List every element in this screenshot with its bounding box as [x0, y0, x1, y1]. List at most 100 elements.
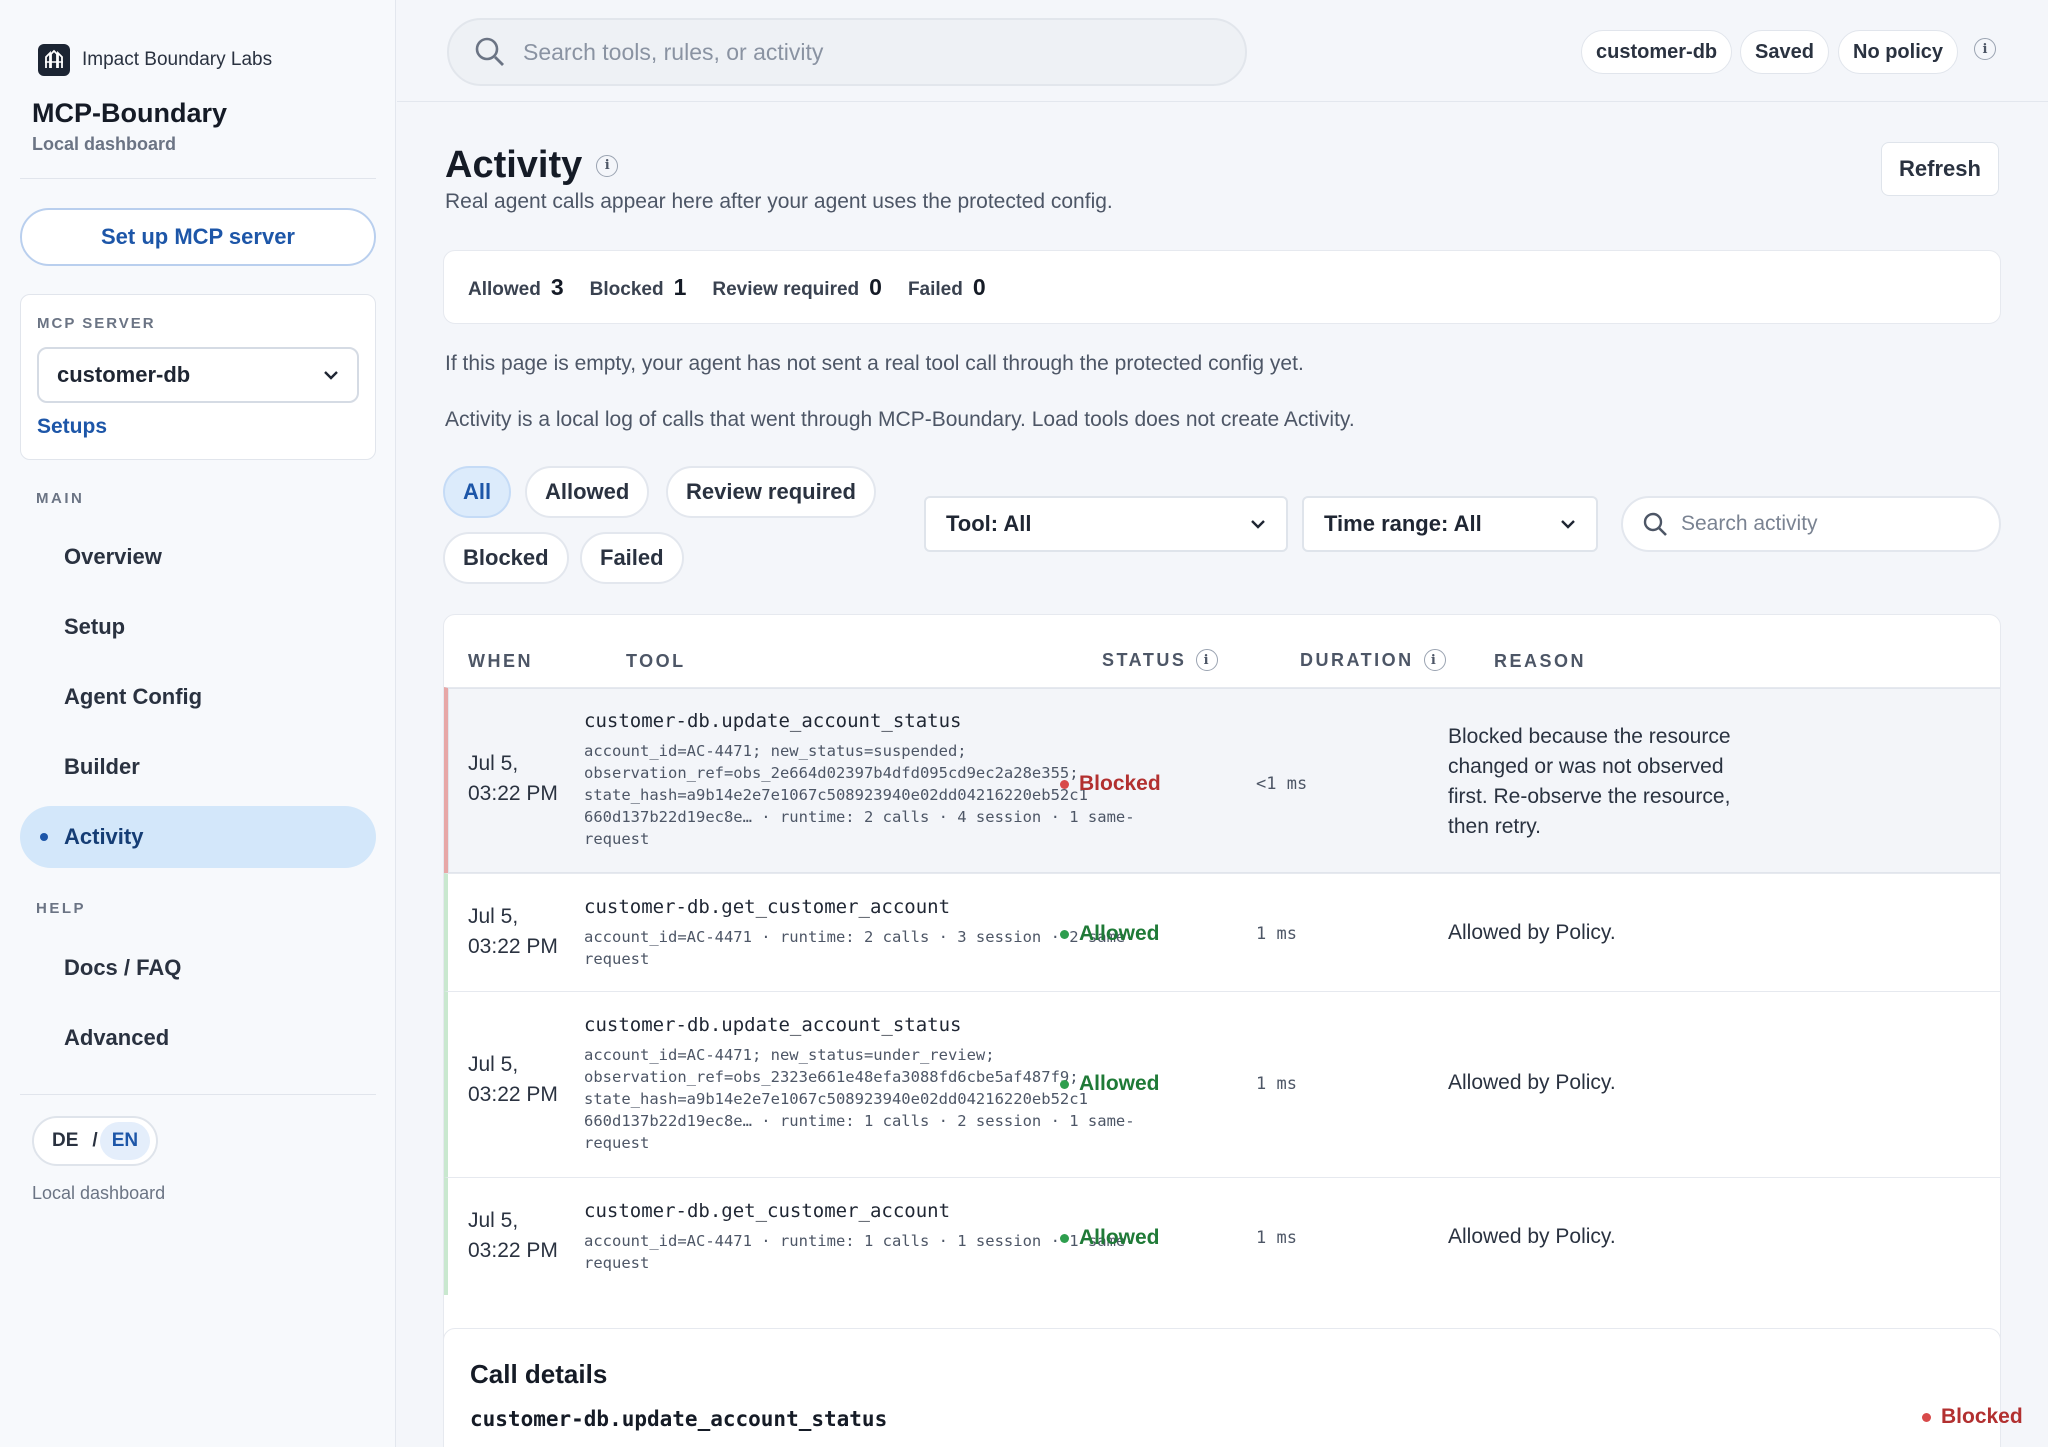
nav-agent-config[interactable]: Agent Config: [20, 666, 376, 728]
global-search-placeholder: Search tools, rules, or activity: [523, 38, 824, 65]
count-review-required: Review required 0: [712, 273, 882, 300]
filter-blocked[interactable]: Blocked: [443, 532, 569, 584]
global-search-input[interactable]: Search tools, rules, or activity: [447, 18, 1247, 86]
server-card: MCP SERVER customer-db Setups: [20, 294, 376, 460]
col-duration: DURATION i: [1300, 649, 1446, 671]
nav-activity[interactable]: Activity: [20, 806, 376, 868]
lang-separator: /: [92, 1130, 98, 1151]
col-tool: TOOL: [626, 651, 686, 671]
chevron-down-icon: [324, 371, 338, 380]
setup-mcp-server-button[interactable]: Set up MCP server: [20, 208, 376, 266]
status-dot-icon: [1922, 1412, 1931, 1422]
table-row[interactable]: Jul 5, 03:22 PM customer-db.update_accoun…: [444, 991, 2000, 1177]
row-tool-name: customer-db.get_customer_account: [584, 1200, 951, 1222]
activity-note: Activity is a local log of calls that we…: [445, 408, 1355, 431]
lang-en[interactable]: EN: [99, 1122, 151, 1160]
lang-de[interactable]: DE: [40, 1130, 90, 1152]
row-when: Jul 5, 03:22 PM: [468, 1053, 558, 1106]
active-dot-icon: [40, 833, 48, 841]
server-label: MCP SERVER: [37, 315, 156, 332]
activity-table: WHEN TOOL STATUS i DURATION i REASON Jul…: [443, 614, 2001, 1394]
row-when: Jul 5, 03:22 PM: [468, 752, 558, 805]
nav-advanced[interactable]: Advanced: [20, 1007, 376, 1069]
status-badge: Allowed: [1060, 1226, 1160, 1250]
count-failed: Failed 0: [907, 273, 986, 300]
empty-note: If this page is empty, your agent has no…: [445, 352, 1304, 375]
table-row[interactable]: Jul 5, 03:22 PM customer-db.get_customer_…: [444, 873, 2000, 991]
filter-allowed[interactable]: Allowed: [525, 466, 650, 518]
row-tool-name: customer-db.get_customer_account: [584, 896, 951, 918]
filter-all[interactable]: All: [443, 466, 512, 518]
server-select-value: customer-db: [57, 362, 191, 387]
nav-docs-faq[interactable]: Docs / FAQ: [20, 937, 376, 999]
time-range-select[interactable]: Time range: All: [1302, 496, 1598, 552]
refresh-button[interactable]: Refresh: [1881, 142, 1999, 196]
sidebar-divider-bottom: [20, 1094, 376, 1095]
status-dot-icon: [1060, 929, 1069, 939]
brand: Impact Boundary Labs: [38, 44, 272, 76]
search-activity-input[interactable]: Search activity: [1621, 496, 2001, 552]
title-info-icon[interactable]: i: [596, 154, 619, 177]
sidebar: Impact Boundary Labs MCP-Boundary Local …: [0, 0, 396, 1447]
row-duration: 1 ms: [1256, 1228, 1297, 1248]
row-duration: 1 ms: [1256, 1074, 1297, 1094]
count-blocked: Blocked 1: [589, 273, 687, 300]
brand-logo-icon: [38, 44, 70, 76]
tool-select[interactable]: Tool: All: [924, 496, 1288, 552]
nav-activity-label: Activity: [64, 824, 144, 849]
row-reason: Allowed by Policy.: [1448, 1225, 1616, 1248]
filter-review-required[interactable]: Review required: [666, 466, 876, 518]
saved-pill[interactable]: Saved: [1740, 30, 1829, 74]
status-badge: Blocked: [1060, 772, 1161, 796]
status-badge: Allowed: [1060, 1072, 1160, 1096]
language-toggle: DE / EN: [32, 1116, 159, 1166]
status-dot-icon: [1060, 1079, 1069, 1089]
sidebar-divider: [20, 178, 376, 179]
nav-setup[interactable]: Setup: [20, 596, 376, 658]
status-badge: Allowed: [1060, 922, 1160, 946]
nav-overview[interactable]: Overview: [20, 526, 376, 588]
call-details-tool: customer-db.update_account_status: [470, 1407, 888, 1431]
chevron-down-icon: [1251, 520, 1265, 529]
count-allowed: Allowed 3: [468, 273, 564, 300]
row-tool-name: customer-db.update_account_status: [584, 1014, 962, 1036]
server-select[interactable]: customer-db: [37, 347, 359, 403]
help-section-label: HELP: [36, 900, 87, 917]
row-when: Jul 5, 03:22 PM: [468, 1209, 558, 1262]
server-pill[interactable]: customer-db: [1581, 30, 1733, 74]
table-row[interactable]: Jul 5, 03:22 PM customer-db.get_customer_…: [444, 1177, 2000, 1295]
policy-pill[interactable]: No policy: [1838, 30, 1959, 74]
row-duration: 1 ms: [1256, 924, 1297, 944]
nav-builder[interactable]: Builder: [20, 736, 376, 798]
row-when: Jul 5, 03:22 PM: [468, 905, 558, 958]
duration-info-icon[interactable]: i: [1423, 649, 1446, 671]
main-section-label: MAIN: [36, 490, 85, 507]
app-title: MCP-Boundary: [32, 98, 227, 128]
status-dot-icon: [1060, 1233, 1069, 1243]
status-info-icon[interactable]: i: [1196, 649, 1219, 671]
row-tool-args: account_id=AC-4471; new_status=under_rev…: [584, 1046, 1135, 1152]
search-activity-placeholder: Search activity: [1681, 512, 1818, 535]
row-tool-name: customer-db.update_account_status: [584, 710, 962, 732]
row-reason: Allowed by Policy.: [1448, 921, 1616, 944]
row-duration: <1 ms: [1256, 774, 1308, 794]
call-details-title: Call details: [470, 1359, 608, 1389]
call-details-card: Call details customer-db.update_account_…: [443, 1328, 2023, 1447]
sidebar-footer: Local dashboard: [32, 1183, 166, 1203]
row-reason: Blocked because the resource changed or …: [1448, 725, 1731, 838]
row-reason: Allowed by Policy.: [1448, 1071, 1616, 1094]
call-details-status: Blocked: [1922, 1405, 2023, 1429]
col-reason: REASON: [1494, 651, 1587, 671]
setups-link[interactable]: Setups: [37, 415, 107, 439]
status-dot-icon: [1060, 779, 1069, 789]
col-when: WHEN: [468, 651, 533, 671]
col-status: STATUS i: [1102, 649, 1219, 671]
search-icon: [475, 37, 504, 66]
app-subtitle: Local dashboard: [32, 134, 177, 154]
topbar-info-icon[interactable]: i: [1974, 38, 1996, 60]
brand-name: Impact Boundary Labs: [82, 49, 273, 70]
search-icon: [1643, 512, 1667, 536]
filter-failed[interactable]: Failed: [580, 532, 684, 584]
table-row[interactable]: Jul 5, 03:22 PM customer-db.update_accoun…: [444, 687, 2000, 873]
topbar: Search tools, rules, or activity custome…: [397, 0, 2048, 102]
